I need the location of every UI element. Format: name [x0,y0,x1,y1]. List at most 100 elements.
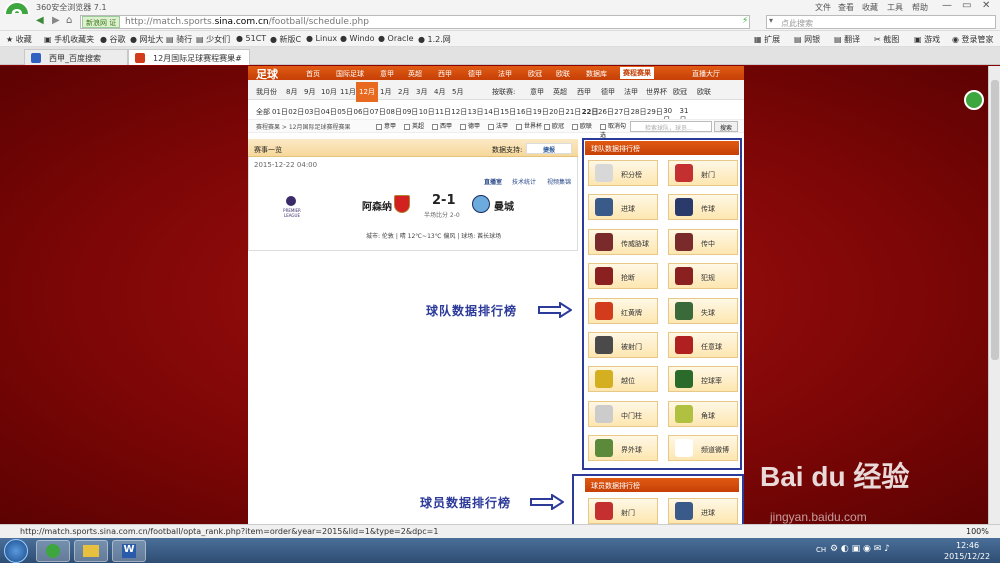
tool-bank[interactable]: ▤ 网银 [794,34,820,45]
league-ligue1[interactable]: 法甲 [624,87,638,97]
filter-item[interactable]: 英超 [404,121,424,130]
rank-button-post[interactable]: 中门柱 [588,400,658,427]
menu-tools[interactable]: 工具 [887,2,903,13]
month-10[interactable]: 10月 [321,87,337,97]
menu-file[interactable]: 文件 [815,2,831,13]
taskbar-explorer[interactable] [74,540,108,562]
bookmark-51cto[interactable]: ● 51CT [236,34,266,43]
match-score[interactable]: 2-1 [432,193,456,208]
month-2[interactable]: 2月 [398,87,409,97]
filter-item[interactable]: 西甲 [432,121,452,130]
rank-button-pass[interactable]: 传球 [668,194,738,221]
date-19[interactable]: 21日 [565,107,581,117]
nav-epl[interactable]: 英超 [408,69,422,79]
date-14[interactable]: 14日 [484,107,500,117]
filter-checkbox[interactable] [432,123,438,130]
filter-item[interactable]: 欧冠 [544,121,564,130]
tool-extensions[interactable]: ▦ 扩展 [754,34,780,45]
maximize-icon[interactable]: ▭ [962,0,971,11]
league-epl[interactable]: 英超 [553,87,567,97]
date-3[interactable]: 03日 [305,107,321,117]
rank-button-offside[interactable]: 越位 [588,366,658,393]
date-17[interactable]: 19日 [533,107,549,117]
league-uel[interactable]: 欧联 [697,87,711,97]
menu-help[interactable]: 帮助 [912,2,928,13]
date-24[interactable]: 29日 [647,107,663,117]
date-1[interactable]: 01日 [272,107,288,117]
league-seriea[interactable]: 意甲 [530,87,544,97]
rank-button-shot-against[interactable]: 被射门 [588,332,658,358]
data-provider-logo[interactable]: 捷报 [526,143,572,154]
site-search-button[interactable]: 搜索 [714,121,738,132]
tool-games[interactable]: ▣ 游戏 [914,34,940,45]
date-all[interactable]: 全部 [256,107,270,117]
filter-item[interactable]: 意甲 [376,121,396,130]
filter-checkbox[interactable] [488,123,494,130]
rank-button-cross[interactable]: 传中 [668,228,738,255]
link-live-room[interactable]: 直播室 [484,177,502,186]
date-12[interactable]: 12日 [451,107,467,117]
filter-item[interactable]: 欧联 [572,121,592,130]
filter-checkbox[interactable] [544,123,550,130]
rank-button-corner[interactable]: 角球 [668,400,738,427]
url-input[interactable]: http://match.sports.sina.com.cn/football… [80,15,750,29]
tool-screenshot[interactable]: ✂ 截图 [874,34,899,45]
rank-button-card[interactable]: 红黄牌 [588,297,658,324]
filter-item[interactable]: 取消勾选 [600,121,626,139]
rank-button-goal[interactable]: 进球 [588,194,658,221]
rank-button-shot[interactable]: 射门 [588,498,658,524]
bookmark-girls[interactable]: ▤ 少女们 [196,34,230,45]
bookmark-12net[interactable]: ● 1.2.网 [418,34,451,45]
home-team[interactable]: 阿森纳 [362,198,392,213]
filter-checkbox[interactable] [516,123,522,130]
month-8[interactable]: 8月 [286,87,297,97]
month-11[interactable]: 11月 [340,87,356,97]
filter-checkbox[interactable] [460,123,466,130]
nav-live[interactable]: 直播大厅 [692,69,720,79]
clock-date[interactable]: 2015/12/22 [944,552,990,561]
rank-button-table[interactable]: 积分榜 [588,160,658,186]
month-4[interactable]: 4月 [434,87,445,97]
site-search-input[interactable]: 检索球队，球员... [630,121,712,132]
filter-item[interactable]: 德甲 [460,121,480,130]
bookmark-google[interactable]: ● 谷歌 [100,34,126,45]
filter-checkbox[interactable] [572,123,578,130]
rank-button-concede[interactable]: 失球 [668,297,738,324]
month-5[interactable]: 5月 [452,87,463,97]
rank-button-weibo[interactable]: 频道微博 [668,435,738,462]
date-6[interactable]: 06日 [354,107,370,117]
scrollbar-thumb[interactable] [991,80,999,360]
rank-button-shot[interactable]: 射门 [668,160,738,186]
nav-intl[interactable]: 国际足球 [336,69,364,79]
menu-favorites[interactable]: 收藏 [862,2,878,13]
bookmark-windows[interactable]: ● Windo [340,34,375,43]
filter-checkbox[interactable] [376,123,382,130]
date-4[interactable]: 04日 [321,107,337,117]
tool-login-manager[interactable]: ◉ 登录管家 [952,34,994,45]
tray-icons[interactable]: ⚙ ◐ ▣ ◉ ✉ ♪ [830,544,890,554]
nav-schedule-active[interactable]: 赛程赛果 [620,67,654,79]
taskbar-word[interactable]: W [112,540,146,562]
bookmark-linux[interactable]: ● Linux [306,34,337,43]
date-21[interactable]: 26日 [598,107,614,117]
bookmark-hao[interactable]: ● 网址大 [130,34,164,45]
month-3[interactable]: 3月 [416,87,427,97]
close-icon[interactable]: ✕ [982,0,990,11]
nav-seriea[interactable]: 意甲 [380,69,394,79]
filter-item[interactable]: 法甲 [488,121,508,130]
rank-button-free-kick[interactable]: 任意球 [668,332,738,358]
start-button[interactable] [4,539,28,563]
minimize-icon[interactable]: — [942,0,952,11]
menu-view[interactable]: 查看 [838,2,854,13]
league-liga[interactable]: 西甲 [577,87,591,97]
league-worldcup[interactable]: 世界杯 [646,87,667,97]
nav-uel[interactable]: 欧联 [556,69,570,79]
date-2[interactable]: 02日 [288,107,304,117]
link-video[interactable]: 视频集锦 [547,177,571,186]
tab-schedule[interactable]: 12月国际足球赛程赛果# [128,49,250,65]
taskbar-browser[interactable] [36,540,70,562]
date-23[interactable]: 28日 [631,107,647,117]
filter-item[interactable]: 世界杯 [516,121,542,130]
nav-bundesliga[interactable]: 德甲 [468,69,482,79]
rank-button-goal[interactable]: 进球 [668,498,738,524]
